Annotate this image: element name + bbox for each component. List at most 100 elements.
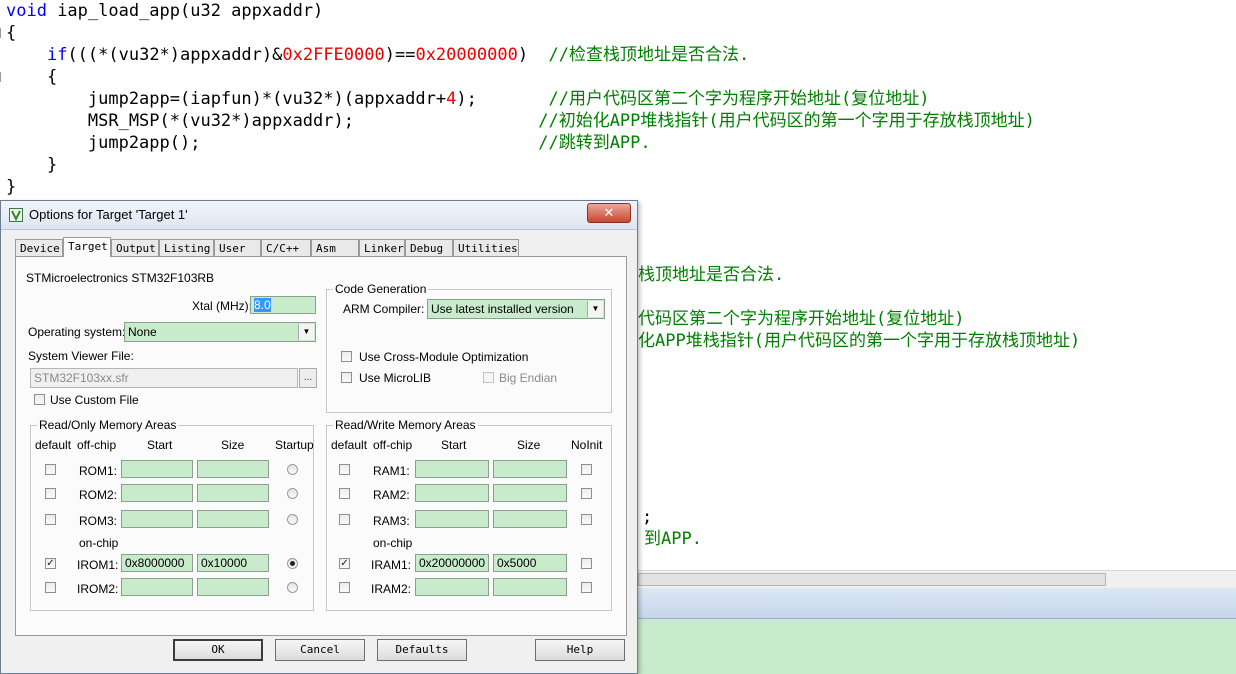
irom2-start-input[interactable] xyxy=(121,578,193,596)
code-line: { xyxy=(6,67,58,87)
tab-output[interactable]: Output xyxy=(111,239,159,256)
on-chip-label: on-chip xyxy=(79,536,119,550)
code-comment: 化APP堆栈指针(用户代码区的第一个字用于存放栈顶地址) xyxy=(638,331,1081,351)
irom2-default-checkbox[interactable] xyxy=(45,582,56,593)
xtal-input[interactable]: 8.0 xyxy=(250,296,316,314)
code-line: } xyxy=(6,155,58,175)
tab-utilities[interactable]: Utilities xyxy=(453,239,519,256)
irom1-startup-radio[interactable] xyxy=(287,558,298,569)
horizontal-scrollbar[interactable] xyxy=(636,570,1236,588)
rom3-size-input[interactable] xyxy=(197,510,269,528)
close-button[interactable]: ✕ xyxy=(587,203,631,223)
iram1-default-checkbox[interactable]: ✓ xyxy=(339,558,350,569)
rom3-startup-radio[interactable] xyxy=(287,514,298,525)
iram2-noinit-checkbox[interactable] xyxy=(581,582,592,593)
ok-button[interactable]: OK xyxy=(173,639,263,661)
rom2-default-checkbox[interactable] xyxy=(45,488,56,499)
cancel-button[interactable]: Cancel xyxy=(275,639,365,661)
iram1-noinit-checkbox[interactable] xyxy=(581,558,592,569)
col-off-chip: off-chip xyxy=(77,438,117,452)
irom1-size-input[interactable]: 0x10000 xyxy=(197,554,269,572)
ram3-size-input[interactable] xyxy=(493,510,567,528)
tab-listing[interactable]: Listing xyxy=(159,239,214,256)
os-select[interactable]: None ▼ xyxy=(124,322,316,342)
ram3-start-input[interactable] xyxy=(415,510,489,528)
ram3-noinit-checkbox[interactable] xyxy=(581,514,592,525)
rom3-start-input[interactable] xyxy=(121,510,193,528)
col-noinit: NoInit xyxy=(571,438,603,452)
options-dialog: Options for Target 'Target 1' ✕ Device T… xyxy=(0,200,638,674)
iram1-size-input[interactable]: 0x5000 xyxy=(493,554,567,572)
os-label: Operating system: xyxy=(28,325,126,339)
code-text: MSR_MSP(*(vu32*)appxaddr); xyxy=(6,111,539,131)
irom1-default-checkbox[interactable]: ✓ xyxy=(45,558,56,569)
irom1-label: IROM1: xyxy=(77,558,119,572)
rom1-start-input[interactable] xyxy=(121,460,193,478)
rom2-start-input[interactable] xyxy=(121,484,193,502)
ram2-start-input[interactable] xyxy=(415,484,489,502)
code-text: jump2app(); xyxy=(6,133,539,153)
code-text: ) xyxy=(517,45,549,65)
irom2-startup-radio[interactable] xyxy=(287,582,298,593)
iram1-label: IRAM1: xyxy=(371,558,412,572)
code-text: (((*(vu32*)appxaddr)& xyxy=(67,45,283,65)
ram2-default-checkbox[interactable] xyxy=(339,488,350,499)
code-line: } xyxy=(6,177,17,197)
irom2-size-input[interactable] xyxy=(197,578,269,596)
ram3-default-checkbox[interactable] xyxy=(339,514,350,525)
cross-module-checkbox[interactable] xyxy=(341,351,352,362)
tab-device[interactable]: Device xyxy=(15,239,63,256)
browse-button[interactable]: ... xyxy=(299,368,317,388)
iram2-default-checkbox[interactable] xyxy=(339,582,350,593)
system-viewer-input[interactable]: STM32F103xx.sfr xyxy=(30,368,298,388)
rom1-default-checkbox[interactable] xyxy=(45,464,56,475)
big-endian-checkbox[interactable] xyxy=(483,372,494,383)
rom2-startup-radio[interactable] xyxy=(287,488,298,499)
rom2-size-input[interactable] xyxy=(197,484,269,502)
ram1-size-input[interactable] xyxy=(493,460,567,478)
ram2-noinit-checkbox[interactable] xyxy=(581,488,592,499)
ram1-start-input[interactable] xyxy=(415,460,489,478)
col-off-chip: off-chip xyxy=(373,438,413,452)
arm-compiler-label: ARM Compiler: xyxy=(343,302,425,316)
tab-linker[interactable]: Linker xyxy=(359,239,405,256)
rom1-startup-radio[interactable] xyxy=(287,464,298,475)
rom1-size-input[interactable] xyxy=(197,460,269,478)
os-value: None xyxy=(128,325,157,339)
code-comment: 栈顶地址是否合法. xyxy=(638,265,785,285)
target-tab-page: STMicroelectronics STM32F103RB Xtal (MHz… xyxy=(15,256,627,636)
tab-asm[interactable]: Asm xyxy=(311,239,359,256)
xtal-value: 8.0 xyxy=(254,298,271,312)
tab-c-cpp[interactable]: C/C++ xyxy=(261,239,311,256)
chevron-down-icon: ▼ xyxy=(587,301,603,317)
tab-debug[interactable]: Debug xyxy=(405,239,453,256)
ram1-noinit-checkbox[interactable] xyxy=(581,464,592,475)
code-comment: 到APP. xyxy=(644,529,702,549)
code-text: jump2app=(iapfun)*(vu32*)(appxaddr+ xyxy=(6,89,447,109)
use-custom-file-label: Use Custom File xyxy=(50,393,139,407)
microlib-checkbox[interactable] xyxy=(341,372,352,383)
irom1-start-input[interactable]: 0x8000000 xyxy=(121,554,193,572)
code-line: if(((*(vu32*)appxaddr)&0x2FFE0000)==0x20… xyxy=(6,44,749,66)
rom3-default-checkbox[interactable] xyxy=(45,514,56,525)
microlib-label: Use MicroLIB xyxy=(359,371,432,385)
ram3-label: RAM3: xyxy=(373,514,410,528)
col-start: Start xyxy=(147,438,173,452)
use-custom-file-checkbox[interactable] xyxy=(34,394,45,405)
ram1-default-checkbox[interactable] xyxy=(339,464,350,475)
iram1-start-input[interactable]: 0x20000000 xyxy=(415,554,489,572)
dialog-titlebar[interactable]: Options for Target 'Target 1' ✕ xyxy=(1,201,637,230)
code-generation-group: Code Generation ARM Compiler: Use latest… xyxy=(326,282,612,413)
help-button[interactable]: Help xyxy=(535,639,625,661)
arm-compiler-select[interactable]: Use latest installed version ▼ xyxy=(427,299,605,319)
code-generation-title: Code Generation xyxy=(333,282,429,296)
tab-user[interactable]: User xyxy=(214,239,261,256)
code-number: 0x2FFE0000 xyxy=(282,45,385,65)
iram2-start-input[interactable] xyxy=(415,578,489,596)
iram2-size-input[interactable] xyxy=(493,578,567,596)
defaults-button[interactable]: Defaults xyxy=(377,639,467,661)
code-text: )== xyxy=(384,45,416,65)
scrollbar-thumb[interactable] xyxy=(638,573,1106,586)
ram2-size-input[interactable] xyxy=(493,484,567,502)
tab-target[interactable]: Target xyxy=(63,237,111,257)
